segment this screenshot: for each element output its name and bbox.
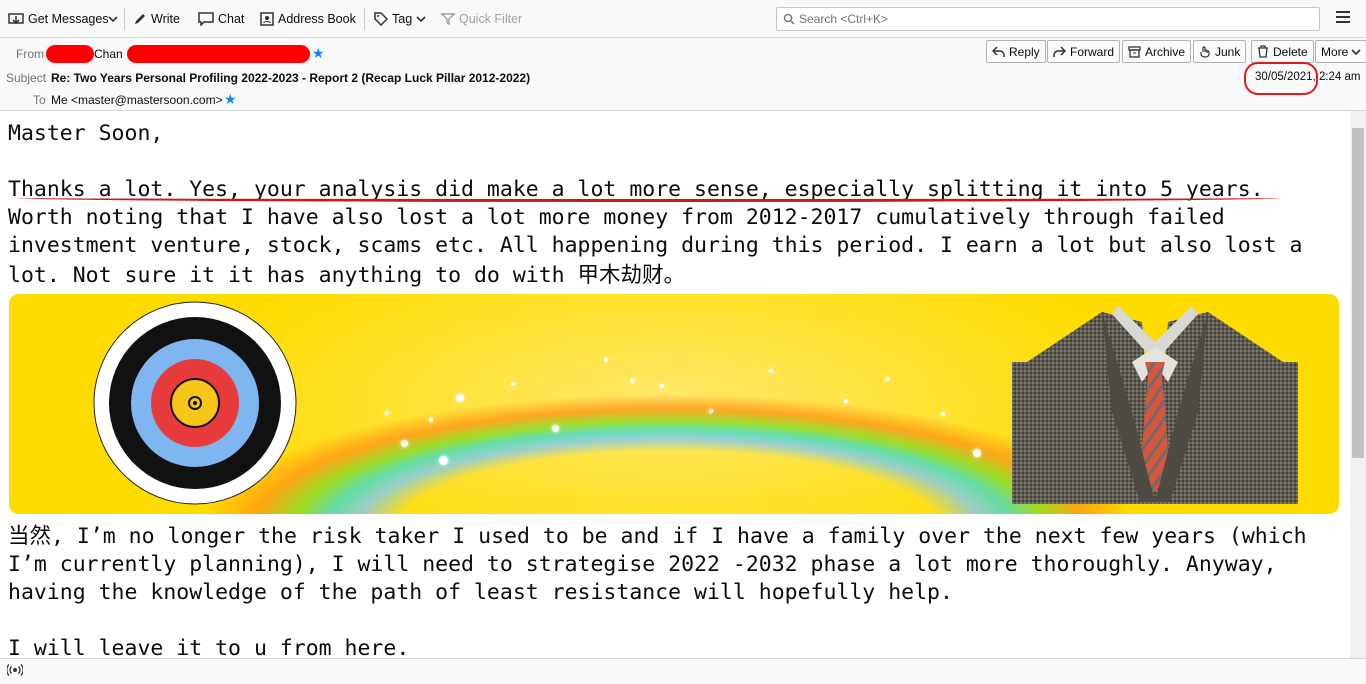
- body-line: Worth noting that I have also lost a lot…: [8, 205, 1225, 230]
- body-line: having the knowledge of the path of leas…: [8, 580, 953, 605]
- pencil-icon: [135, 14, 145, 24]
- app-menu-icon[interactable]: [1336, 11, 1350, 25]
- suit-and-tie-image: [1012, 306, 1298, 504]
- from-name[interactable]: Chan: [94, 47, 123, 61]
- body-line: lot. Not sure it it has anything to do w…: [8, 263, 686, 288]
- to-recipient[interactable]: Me <master@mastersoon.com>: [51, 93, 223, 107]
- reply-icon: [992, 45, 1005, 57]
- subject-label: Subject: [6, 71, 47, 85]
- tag-icon: [374, 12, 388, 26]
- body-line: I will leave it to u from here.: [8, 636, 410, 658]
- greeting: Master Soon,: [8, 121, 164, 146]
- quick-filter-button[interactable]: Quick Filter: [441, 8, 522, 30]
- get-messages-button[interactable]: Get Messages: [8, 8, 109, 30]
- archive-icon: [1128, 45, 1141, 58]
- address-book-label: Address Book: [278, 12, 356, 26]
- address-book-button[interactable]: Address Book: [260, 8, 356, 30]
- junk-button[interactable]: Junk: [1193, 40, 1247, 63]
- chat-button[interactable]: Chat: [198, 8, 244, 30]
- body-line: I’m currently planning), I will need to …: [8, 552, 1277, 577]
- download-icon: [8, 13, 24, 25]
- delete-button[interactable]: Delete: [1251, 40, 1314, 63]
- archive-button[interactable]: Archive: [1122, 40, 1192, 63]
- junk-label: Junk: [1215, 44, 1241, 59]
- star-icon[interactable]: ★: [224, 92, 237, 106]
- star-icon[interactable]: ★: [312, 46, 325, 60]
- delete-label: Delete: [1273, 44, 1308, 59]
- chat-bubble-icon: [198, 12, 214, 26]
- chevron-down-icon: [1351, 48, 1361, 55]
- reply-button[interactable]: Reply: [986, 40, 1046, 63]
- address-book-icon: [260, 12, 274, 26]
- reply-label: Reply: [1009, 44, 1040, 59]
- quick-filter-label: Quick Filter: [459, 12, 523, 26]
- search-input[interactable]: Search <Ctrl+K>: [776, 7, 1320, 31]
- from-label: From: [16, 47, 44, 61]
- search-icon: [783, 13, 795, 25]
- chevron-down-icon: [416, 16, 426, 23]
- forward-button[interactable]: Forward: [1047, 40, 1121, 63]
- online-status-icon[interactable]: [7, 663, 23, 677]
- redaction-mark: [46, 45, 94, 63]
- body-line: 当然, I’m no longer the risk taker I used …: [8, 524, 1307, 549]
- annotation-underline: [18, 194, 1280, 202]
- chevron-down-icon: [108, 16, 118, 23]
- forward-label: Forward: [1070, 44, 1115, 59]
- tag-label: Tag: [392, 12, 413, 26]
- search-placeholder: Search <Ctrl+K>: [799, 12, 889, 26]
- inline-banner-image: [9, 294, 1339, 514]
- redaction-mark: [127, 45, 310, 63]
- archery-target-image: [93, 301, 297, 505]
- more-label: More: [1321, 44, 1349, 59]
- junk-icon: [1200, 45, 1210, 58]
- forward-icon: [1053, 45, 1066, 57]
- status-bar: [0, 658, 1366, 684]
- date-annotation-circle: [1244, 62, 1318, 95]
- archive-label: Archive: [1145, 44, 1186, 59]
- get-messages-label: Get Messages: [28, 12, 109, 26]
- to-label: To: [33, 93, 46, 107]
- subject-text: Re: Two Years Personal Profiling 2022-20…: [51, 71, 531, 85]
- more-button[interactable]: More: [1315, 40, 1366, 63]
- main-toolbar: Get Messages Write Chat Address Book Tag…: [0, 0, 1366, 38]
- write-label: Write: [151, 12, 180, 26]
- body-line: investment venture, stock, scams etc. Al…: [8, 233, 1303, 258]
- scrollbar-thumb[interactable]: [1352, 128, 1364, 458]
- trash-icon: [1258, 45, 1268, 58]
- tag-button[interactable]: Tag: [374, 8, 430, 30]
- chat-label: Chat: [218, 12, 245, 26]
- message-header: From Chan ★ Subject Re: Two Years Person…: [0, 38, 1366, 111]
- filter-icon: [441, 13, 455, 26]
- write-button[interactable]: Write: [133, 8, 180, 30]
- get-messages-dropdown[interactable]: [108, 8, 122, 30]
- message-body: Master Soon, Thanks a lot. Yes, your ana…: [0, 111, 1350, 658]
